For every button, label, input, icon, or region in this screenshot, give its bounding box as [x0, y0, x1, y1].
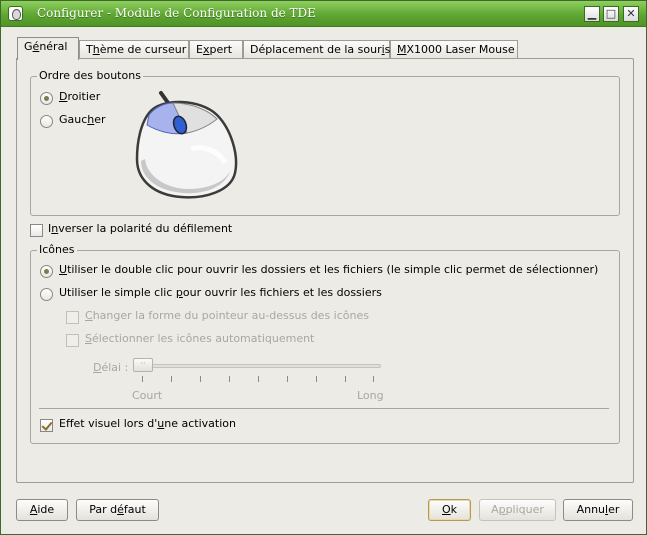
single-click-radio[interactable]	[40, 288, 53, 301]
slider-tick	[200, 376, 201, 382]
icons-group: Icônes	[30, 243, 620, 444]
invert-scroll-checkbox[interactable]	[30, 224, 43, 237]
ok-button[interactable]: Ok	[428, 499, 471, 521]
help-button[interactable]: Aide	[16, 499, 68, 521]
invert-scroll-label[interactable]: Inverser la polarité du défilement	[48, 222, 232, 235]
title-bar[interactable]: Configurer - Module de Configuration de …	[1, 1, 646, 27]
close-button[interactable]: ✕	[623, 6, 639, 22]
delay-slider-track[interactable]	[141, 364, 381, 368]
single-click-label[interactable]: Utiliser le simple clic pour ouvrir les …	[59, 286, 382, 299]
configurator-window: Configurer - Module de Configuration de …	[0, 0, 647, 535]
tab-expert[interactable]: Expert	[189, 40, 243, 59]
icons-group-title: Icônes	[37, 243, 77, 256]
right-handed-mouse-icon	[135, 91, 238, 199]
right-handed-radio[interactable]	[40, 92, 53, 105]
auto-select-checkbox[interactable]	[66, 334, 79, 347]
slider-max-label: Long	[357, 389, 384, 402]
cancel-button[interactable]: Annuler	[563, 499, 633, 521]
visual-feedback-checkbox[interactable]	[40, 419, 53, 432]
defaults-button[interactable]: Par défaut	[76, 499, 159, 521]
change-pointer-checkbox[interactable]	[66, 311, 79, 324]
left-handed-label[interactable]: Gaucher	[59, 113, 106, 126]
slider-tick	[316, 376, 317, 382]
tab-general[interactable]: Général	[17, 37, 79, 60]
apply-button[interactable]: Appliquer	[479, 499, 556, 521]
delay-label: Délai :	[93, 361, 129, 374]
visual-feedback-label[interactable]: Effet visuel lors d'une activation	[59, 417, 236, 430]
double-click-label[interactable]: Utiliser le double clic pour ouvrir les …	[59, 263, 598, 276]
tab-mouse-movement[interactable]: Déplacement de la souris	[243, 40, 390, 59]
minimize-button[interactable]: ▁	[584, 6, 600, 22]
tab-cursor-theme[interactable]: Thème de curseur	[79, 40, 189, 59]
mouse-app-icon[interactable]	[8, 6, 23, 21]
slider-tick	[287, 376, 288, 382]
tab-mx1000-laser-mouse[interactable]: MX1000 Laser Mouse	[390, 40, 518, 59]
slider-tick	[373, 376, 374, 382]
icons-separator	[39, 408, 609, 409]
slider-min-label: Court	[132, 389, 163, 402]
slider-tick	[142, 376, 143, 382]
slider-tick	[258, 376, 259, 382]
button-order-title: Ordre des boutons	[37, 69, 143, 82]
auto-select-label: Sélectionner les icônes automatiquement	[85, 332, 315, 345]
maximize-button[interactable]: □	[603, 6, 619, 22]
slider-tick	[229, 376, 230, 382]
slider-tick	[171, 376, 172, 382]
change-pointer-label: Changer la forme du pointeur au-dessus d…	[85, 309, 369, 322]
right-handed-label[interactable]: Droitier	[59, 90, 100, 103]
double-click-radio[interactable]	[40, 265, 53, 278]
delay-slider-handle[interactable]: ··	[133, 358, 153, 372]
window-title: Configurer - Module de Configuration de …	[37, 6, 316, 20]
button-order-group: Ordre des boutons	[30, 69, 620, 216]
left-handed-radio[interactable]	[40, 115, 53, 128]
slider-tick	[345, 376, 346, 382]
